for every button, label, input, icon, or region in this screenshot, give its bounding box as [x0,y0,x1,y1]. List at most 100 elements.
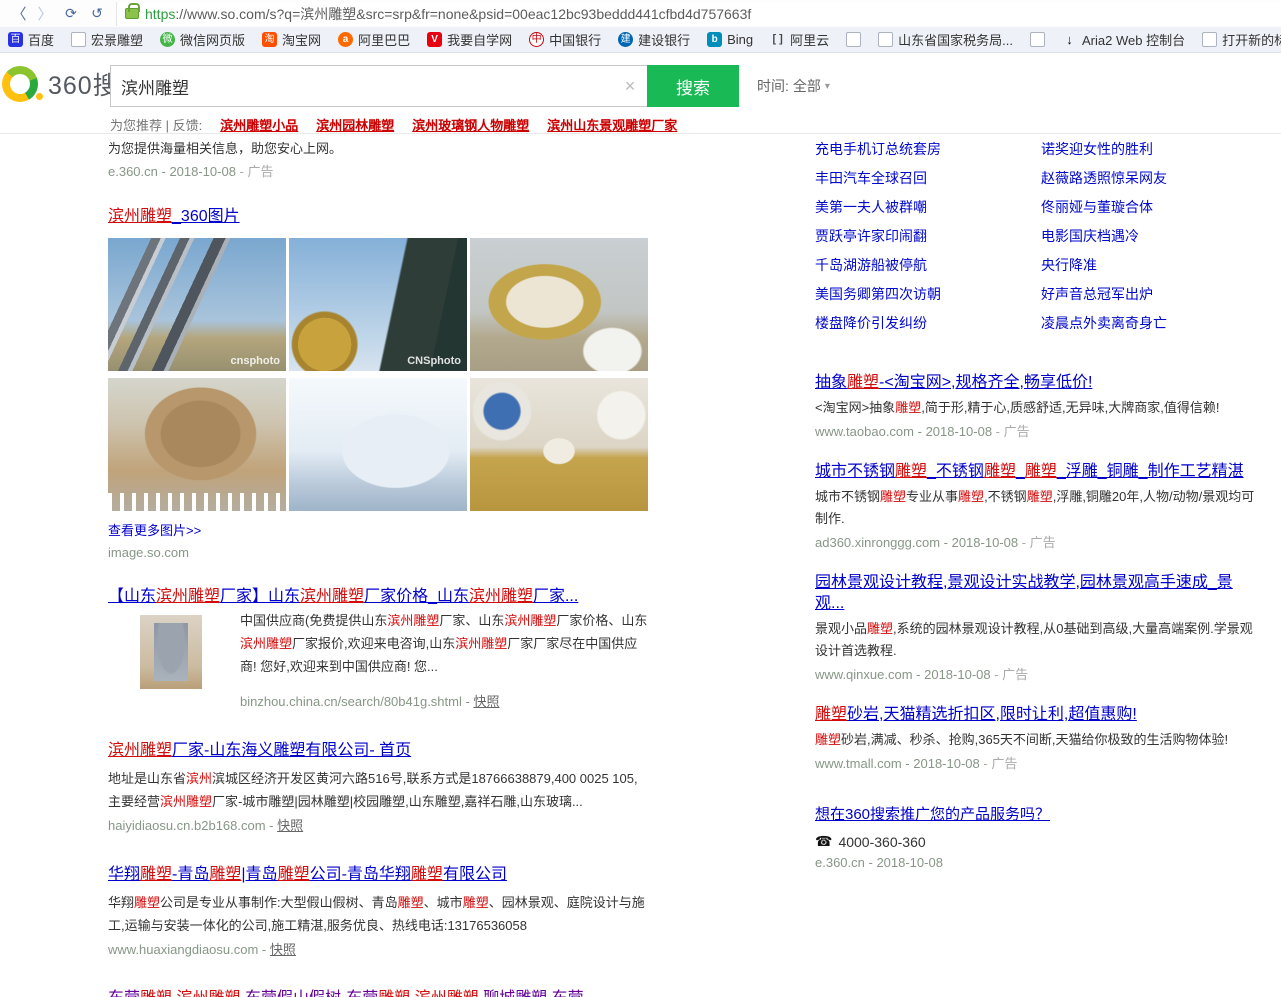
hot-news-link[interactable]: 电影国庆档遇冷 [1041,227,1261,245]
bookmark-item[interactable]: 微信网页版 [160,30,245,49]
address-bar[interactable]: https://www.so.com/s?q=滨州雕塑&src=srp&fr=n… [116,2,1281,26]
snapshot-link[interactable]: 快照 [473,694,499,709]
bookmark-label: 打开新的标签页 [1222,30,1281,49]
back-icon[interactable]: 〈 [6,3,32,25]
ad-url: e.360.cn [108,164,158,179]
marble-mother-baby-photo[interactable] [289,378,467,511]
boc-icon [529,32,544,47]
doc-icon [1202,32,1217,47]
bookmark-item[interactable]: 建设银行 [618,30,690,49]
suggestion-link[interactable]: 滨州园林雕塑 [316,115,394,134]
url-scheme: https [145,6,175,22]
v51-icon [427,32,442,47]
bookmark-item[interactable] [846,32,861,47]
bookmark-label: 微信网页版 [180,30,245,49]
ad-title-link[interactable]: 抽象雕塑-<淘宝网>,规格齐全,畅享低价! [815,372,1092,393]
time-filter-dropdown[interactable]: 时间: 全部 ▾ [757,76,830,96]
image-result-title-link[interactable]: 滨州雕塑_360图片 [108,206,240,227]
result-thumbnail[interactable] [140,615,202,689]
search-result: 【山东滨州雕塑厂家】山东滨州雕塑厂家价格_山东滨州雕塑厂家... 中国供应商(免… [108,586,648,713]
bookmark-label: 阿里云 [790,30,829,49]
result-cite: binzhou.china.cn/search/80b41g.shtml - 快… [240,691,648,713]
snapshot-link[interactable]: 快照 [277,818,303,833]
bookmark-item[interactable]: 山东省国家税务局... [878,30,1013,49]
ad-title-link[interactable]: 雕塑砂岩,天猫精选折扣区,限时让利,超值惠购! [815,704,1137,725]
bookmark-label: 山东省国家税务局... [898,30,1013,49]
bookmark-item[interactable]: Bing [707,32,753,47]
bookmark-item[interactable]: 我要自学网 [427,30,512,49]
porcelain-vase-wall-photo[interactable] [470,378,648,511]
hot-news-link[interactable]: 好声音总冠军出炉 [1041,285,1261,303]
ad-cite: www.taobao.com - 2018-10-08 - 广告 [815,421,1261,443]
bookmark-item[interactable]: 淘宝网 [262,30,321,49]
steel-sculpture-photo[interactable]: cnsphoto [108,238,286,371]
search-button[interactable]: 搜索 [647,65,739,107]
hot-news-link[interactable]: 诺奖迎女性的胜利 [1041,140,1261,158]
hot-news-link[interactable]: 凌晨点外卖离奇身亡 [1041,314,1261,332]
more-images-link[interactable]: 查看更多图片>> [108,520,648,539]
clear-icon[interactable]: × [613,76,647,97]
promotion-link[interactable]: 想在360搜索推广您的产品服务吗？ [815,806,1050,823]
hot-news-link[interactable]: 充电手机订总统套房 [815,140,1041,158]
alibaba-icon [338,32,353,47]
bookmark-item[interactable] [1030,32,1045,47]
sidebar-column: 充电手机订总统套房诺奖迎女性的胜利丰田汽车全球召回赵薇路透照惊呆网友美第一夫人被… [815,140,1261,870]
ad-title-link[interactable]: 园林景观设计教程,景观设计实战教学,园林景观高手速成_景观... [815,572,1261,614]
hot-news-link[interactable]: 央行降准 [1041,256,1261,274]
suggestion-link[interactable]: 滨州山东景观雕塑厂家 [547,115,677,134]
hot-news-link[interactable]: 美第一夫人被群嘲 [815,198,1041,216]
doc-icon [71,32,86,47]
result-title-link[interactable]: 华翔雕塑-青岛雕塑|青岛雕塑公司-青岛华翔雕塑有限公司 [108,864,507,885]
result-title-link[interactable]: 滨州雕塑厂家-山东海义雕塑有限公司- 首页 [108,740,411,761]
bookmark-item[interactable]: 阿里云 [770,30,829,49]
search-box: × [110,65,647,107]
bookmark-item[interactable]: 中国银行 [529,30,601,49]
forward-icon[interactable]: 〉 [32,3,58,25]
hot-news-link[interactable]: 赵薇路透照惊呆网友 [1041,169,1261,187]
promotion-phone-number: 4000-360-360 [838,834,925,850]
ad-date: 2018-10-08 [169,164,236,179]
hot-news-link[interactable]: 丰田汽车全球召回 [815,169,1041,187]
browser-window: 〈 〉 ⟳ ↺ https://www.so.com/s?q=滨州雕塑&src=… [0,0,1281,997]
result-title-link[interactable]: 【山东滨州雕塑厂家】山东滨州雕塑厂家价格_山东滨州雕塑厂家... [108,586,578,607]
bookmark-item[interactable]: 打开新的标签页 [1202,30,1281,49]
snapshot-link[interactable]: 快照 [270,942,296,957]
refresh-icon[interactable]: ⟳ [58,3,84,25]
hot-news-link[interactable]: 佟丽娅与董璇合体 [1041,198,1261,216]
ad-title-link[interactable]: 城市不锈钢雕塑_不锈钢雕塑_雕塑_浮雕_铜雕_制作工艺精湛 [815,461,1244,482]
result-snippet: 华翔雕塑公司是专业从事制作:大型假山假树、青岛雕塑、城市雕塑、园林景观、庭院设计… [108,891,648,937]
suggestion-link[interactable]: 滨州玻璃钢人物雕塑 [412,115,529,134]
bookmark-item[interactable]: 宏景雕塑 [71,30,143,49]
hot-news-link[interactable]: 贾跃亭许家印闹翻 [815,227,1041,245]
bookmark-label: 百度 [28,30,54,49]
bookmark-item[interactable]: Aria2 Web 控制台 [1062,30,1185,49]
ad-date: 2018-10-08 [924,667,991,682]
search-result: 东营雕塑,滨州雕塑,东营假山假树-东营雕塑,滨州雕塑,聊城雕塑,东营... 东营… [108,988,648,997]
wheel-clock-statue-photo[interactable]: CNSphoto [289,238,467,371]
partial-ad-result: 为您提供海量相关信息，助您安心上网。 e.360.cn - 2018-10-08… [108,139,648,183]
hot-news-link[interactable]: 楼盘降价引发纠纷 [815,314,1041,332]
ad-url: www.qinxue.com [815,667,913,682]
mosaic-teacup-sculpture-photo[interactable] [470,238,648,371]
hot-news-link[interactable]: 美国务卿第四次访朝 [815,285,1041,303]
ccb-icon [618,32,633,47]
image-source-url: image.so.com [108,545,648,560]
doc-icon [846,32,861,47]
sand-sculpture-photo[interactable] [108,378,286,511]
result-title-link[interactable]: 东营雕塑,滨州雕塑,东营假山假树-东营雕塑,滨州雕塑,聊城雕塑,东营... [108,988,597,997]
bookmark-item[interactable]: 百度 [8,30,54,49]
result-snippet: 地址是山东省滨州滨城区经济开发区黄河六路516号,联系方式是1876663887… [108,767,648,813]
ad-label: 广告 [1004,424,1030,439]
aliyun-icon [770,32,785,47]
ad-label: 广告 [248,164,274,179]
hot-news-link[interactable]: 千岛湖游船被停航 [815,256,1041,274]
bookmark-item[interactable]: 阿里巴巴 [338,30,410,49]
suggestion-link[interactable]: 滨州雕塑小品 [220,115,298,134]
search-input[interactable] [111,76,613,96]
search-result: 滨州雕塑厂家-山东海义雕塑有限公司- 首页 地址是山东省滨州滨城区经济开发区黄河… [108,740,648,837]
bookmark-label: 宏景雕塑 [91,30,143,49]
ad-snippet: 雕塑砂岩,满减、秒杀、抢购,365天不间断,天猫给你极致的生活购物体验! [815,729,1261,751]
ad-label: 广告 [1002,667,1028,682]
undo-icon[interactable]: ↺ [84,3,110,25]
results-column: 为您提供海量相关信息，助您安心上网。 e.360.cn - 2018-10-08… [108,139,648,997]
